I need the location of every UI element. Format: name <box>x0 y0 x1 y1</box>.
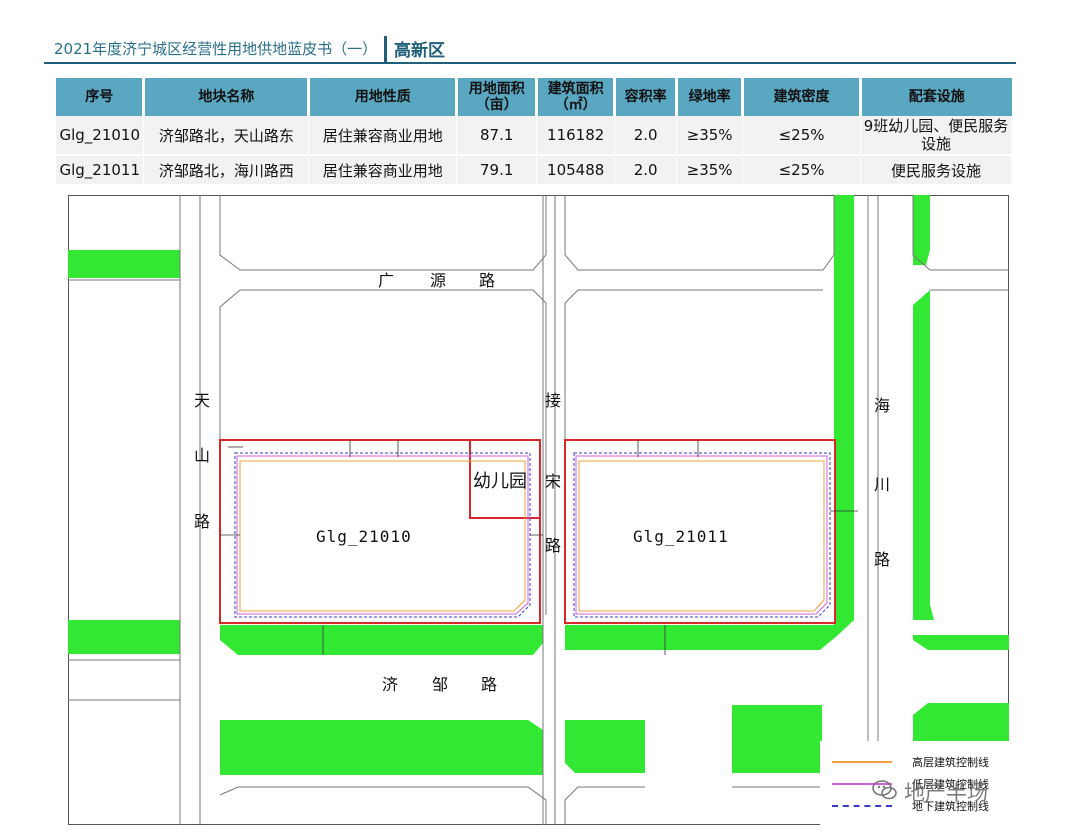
legend-swatch <box>832 761 892 763</box>
header-cell: 配套设施 <box>860 78 1012 116</box>
green-strip <box>565 625 838 650</box>
header-cell: 容积率 <box>614 78 679 116</box>
site-plan-map: 广 源 路 天 山 路 接 宋 路 海 川 路 济 邹 路 Glg_21010 … <box>68 195 1009 825</box>
watermark: 地产半场 <box>872 775 1042 807</box>
document-title: 2021年度济宁城区经营性用地供地蓝皮书（一） <box>54 40 378 58</box>
table-cell: ≥35% <box>676 154 744 184</box>
header-cell: 地块名称 <box>143 78 311 116</box>
cell-line: 设施 <box>921 135 952 153</box>
road-label-jiesong: 宋 <box>545 472 562 491</box>
table-cell: 济邹路北，海川路西 <box>143 154 310 184</box>
road-label-haichuan: 路 <box>874 550 891 569</box>
header-cell: 用地面积 （亩） <box>456 78 539 116</box>
watermark-text: 地产半场 <box>904 781 988 805</box>
legend-item: 高层建筑控制线 <box>832 753 1007 771</box>
wechat-icon <box>872 780 897 800</box>
header-line: 用地面积 <box>468 81 525 97</box>
table-cell: Glg_21010 <box>56 116 145 155</box>
green-strip <box>220 720 543 775</box>
table-cell: 9班幼儿园、便民服务 设施 <box>860 116 1012 155</box>
green-strip <box>913 635 1009 650</box>
road-label-tianshan: 天 <box>194 391 211 410</box>
parcel-label: Glg_21011 <box>633 527 729 546</box>
table-cell: 105488 <box>536 154 616 184</box>
road-label-jizou: 路 <box>481 675 498 694</box>
table-cell: ≤25% <box>742 154 862 184</box>
green-strip <box>565 720 645 773</box>
cell-line: 9班幼儿园、便民服务 <box>863 117 1009 135</box>
header-rule <box>44 62 1016 64</box>
table-cell: 87.1 <box>456 116 538 155</box>
table-header-row: 序号 地块名称 用地性质 用地面积 （亩） 建筑面积 （㎡） 容积率 绿地率 建筑密… <box>56 78 1012 116</box>
parcel-label: Glg_21010 <box>316 527 412 546</box>
green-strip <box>913 195 930 265</box>
document-header: 2021年度济宁城区经营性用地供地蓝皮书（一） 高新区 <box>44 36 1016 62</box>
road-label-haichuan: 海 <box>874 396 891 415</box>
road-label-guangyuan: 源 <box>430 271 447 290</box>
table-cell: 2.0 <box>614 116 678 155</box>
header-line: （亩） <box>475 97 518 113</box>
table-cell: ≥35% <box>676 116 744 155</box>
table-cell: 2.0 <box>614 154 678 184</box>
table-cell: 便民服务设施 <box>860 154 1012 184</box>
legend-label: 高层建筑控制线 <box>912 756 989 769</box>
road-label-jiesong: 路 <box>545 536 562 555</box>
road-label-jiesong: 接 <box>545 391 562 410</box>
header-line: 建筑面积 <box>547 81 604 97</box>
table-row: Glg_21011 济邹路北，海川路西 居住兼容商业用地 79.1 105488… <box>56 154 1012 184</box>
table-row: Glg_21010 济邹路北，天山路东 居住兼容商业用地 87.1 116182… <box>56 116 1012 155</box>
road-label-guangyuan: 广 <box>378 271 395 290</box>
road-label-jizou: 济 <box>382 675 399 694</box>
road-label-tianshan: 路 <box>194 512 211 531</box>
road-label-haichuan: 川 <box>874 475 891 494</box>
road-label-guangyuan: 路 <box>479 271 496 290</box>
header-cell: 建筑密度 <box>742 78 863 116</box>
district-name: 高新区 <box>394 41 445 61</box>
header-cell: 绿地率 <box>676 78 745 116</box>
parcel-info-table: 序号 地块名称 用地性质 用地面积 （亩） 建筑面积 （㎡） 容积率 绿地率 建筑密… <box>56 78 1012 184</box>
green-strip <box>68 620 180 654</box>
header-cell: 序号 <box>56 78 146 116</box>
green-strip <box>220 625 543 655</box>
green-strip <box>835 295 854 615</box>
road-label-jizou: 邹 <box>432 675 449 694</box>
green-strip <box>732 705 822 773</box>
header-cell: 建筑面积 （㎡） <box>536 78 617 116</box>
table-cell: 居住兼容商业用地 <box>308 154 458 184</box>
table-cell: 116182 <box>536 116 616 155</box>
table-cell: 居住兼容商业用地 <box>308 116 458 155</box>
road-label-tianshan: 山 <box>194 446 211 465</box>
table-cell: 79.1 <box>456 154 538 184</box>
green-strip <box>68 250 180 278</box>
header-line: （㎡） <box>554 97 597 113</box>
header-cell: 用地性质 <box>308 78 459 116</box>
table-cell: 济邹路北，天山路东 <box>143 116 310 155</box>
kindergarten-label: 幼儿园 <box>473 471 527 492</box>
table-cell: Glg_21011 <box>56 154 145 184</box>
table-cell: ≤25% <box>742 116 862 155</box>
header-separator <box>384 36 387 62</box>
